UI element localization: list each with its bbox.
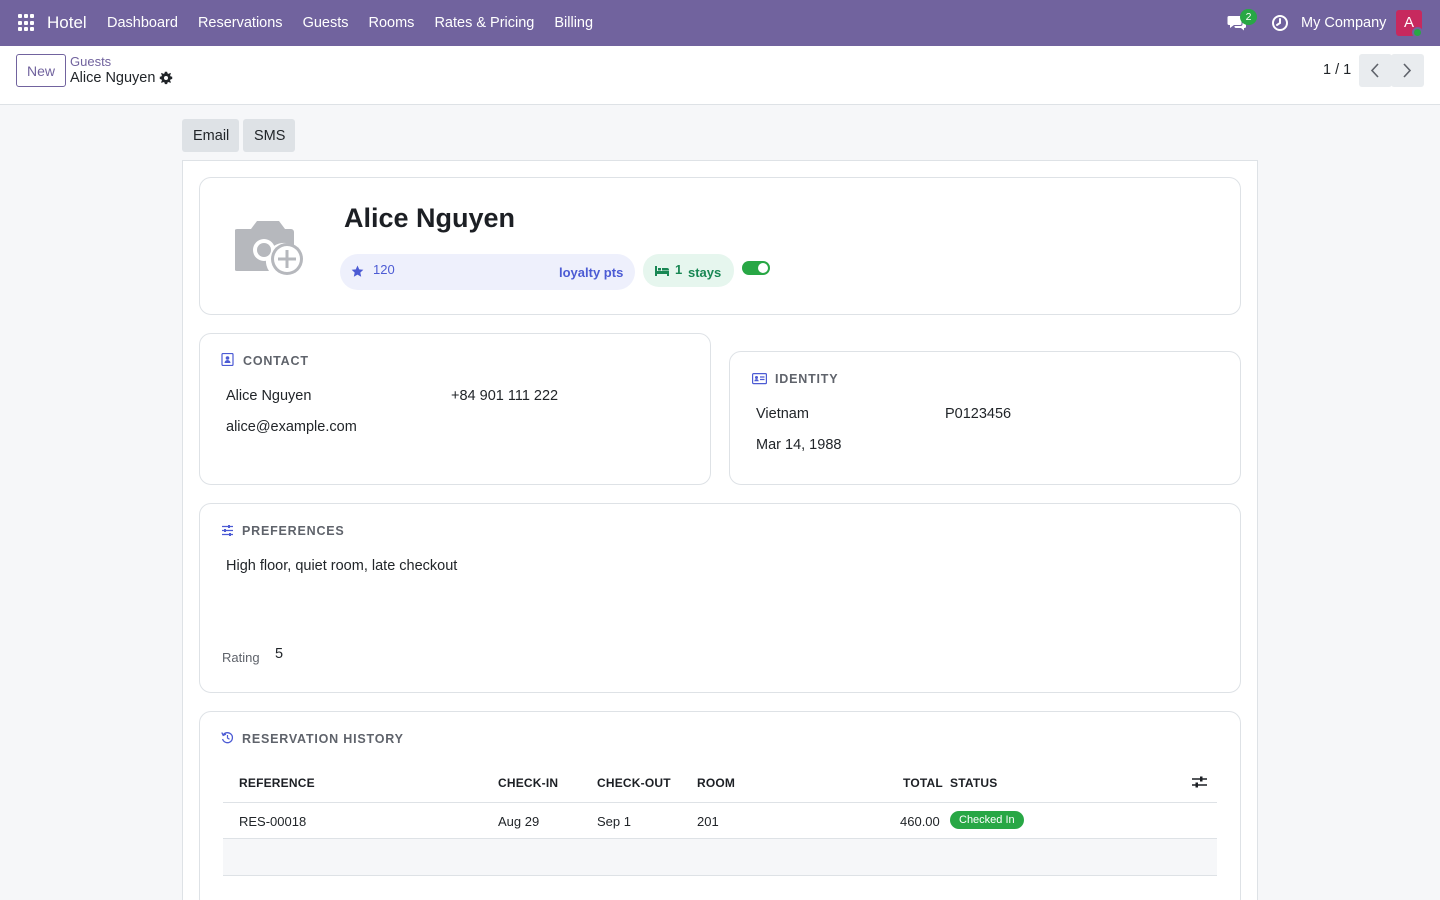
column-header-check-in[interactable]: CHECK-IN	[498, 776, 558, 790]
menu-item-billing[interactable]: Billing	[544, 0, 603, 46]
optional-columns-icon[interactable]	[1192, 775, 1207, 789]
history-section-title: RESERVATION HISTORY	[242, 732, 404, 746]
history-icon	[221, 732, 234, 744]
empty-table-row	[223, 839, 1217, 875]
menu-item-guests[interactable]: Guests	[293, 0, 359, 46]
cell-check-out: Sep 1	[597, 814, 631, 829]
guest-header-card	[199, 177, 1241, 315]
main-menu: Dashboard Reservations Guests Rooms Rate…	[97, 0, 603, 46]
menu-item-rooms[interactable]: Rooms	[359, 0, 425, 46]
cell-check-in: Aug 29	[498, 814, 540, 829]
chevron-right-icon	[1403, 63, 1412, 78]
bed-icon	[655, 266, 669, 276]
camera-plus-icon[interactable]	[235, 215, 309, 281]
cell-reference[interactable]: RES-00018	[239, 814, 306, 829]
loyalty-points-value: 120	[373, 262, 395, 277]
email-button[interactable]: Email	[182, 119, 239, 152]
guest-name[interactable]: Alice Nguyen	[344, 203, 515, 234]
column-header-status[interactable]: STATUS	[950, 776, 997, 790]
gear-icon[interactable]	[159, 71, 173, 85]
column-header-total[interactable]: TOTAL	[903, 776, 943, 790]
stays-label: stays	[688, 265, 722, 280]
sliders-icon	[222, 525, 233, 536]
pager-next-button[interactable]	[1391, 54, 1424, 87]
cell-room: 201	[697, 814, 719, 829]
apps-icon[interactable]	[18, 14, 36, 32]
top-navbar: Hotel Dashboard Reservations Guests Room…	[0, 0, 1440, 46]
column-header-check-out[interactable]: CHECK-OUT	[597, 776, 671, 790]
chevron-left-icon	[1370, 63, 1379, 78]
id-card-icon	[752, 373, 767, 385]
contact-email-field[interactable]: alice@example.com	[226, 419, 357, 435]
status-badge: Checked In	[950, 811, 1024, 829]
menu-item-dashboard[interactable]: Dashboard	[97, 0, 188, 46]
breadcrumb-parent[interactable]: Guests	[70, 54, 111, 69]
clock-icon[interactable]	[1271, 14, 1289, 32]
column-header-room[interactable]: ROOM	[697, 776, 735, 790]
new-button[interactable]: New	[16, 54, 66, 87]
presence-indicator	[1412, 27, 1423, 38]
table-row-divider	[223, 875, 1217, 876]
stays-count: 1	[675, 262, 683, 277]
pager-previous-button[interactable]	[1359, 54, 1392, 87]
control-panel: New Guests Alice Nguyen 1 / 1	[0, 46, 1440, 105]
menu-item-reservations[interactable]: Reservations	[188, 0, 293, 46]
contact-card-icon	[221, 353, 234, 366]
identity-document-field[interactable]: P0123456	[945, 406, 1011, 422]
preferences-section-title: PREFERENCES	[242, 524, 345, 538]
active-toggle[interactable]	[742, 261, 770, 275]
pager-value[interactable]: 1 / 1	[1323, 62, 1351, 78]
cell-total: 460.00	[900, 814, 940, 829]
messages-badge: 2	[1240, 9, 1257, 25]
preferences-notes-field[interactable]: High floor, quiet room, late checkout	[226, 558, 457, 574]
breadcrumb-current: Alice Nguyen	[70, 70, 156, 86]
rating-label: Rating	[222, 650, 260, 665]
rating-field[interactable]: 5	[275, 646, 283, 662]
contact-name-field[interactable]: Alice Nguyen	[226, 388, 311, 404]
preferences-card	[199, 503, 1241, 693]
sms-button[interactable]: SMS	[243, 119, 295, 152]
identity-country-field[interactable]: Vietnam	[756, 406, 809, 422]
contact-phone-field[interactable]: +84 901 111 222	[451, 388, 558, 404]
table-header-divider	[223, 802, 1217, 803]
column-header-reference[interactable]: REFERENCE	[239, 776, 315, 790]
star-icon	[351, 265, 364, 277]
loyalty-points-label: loyalty pts	[559, 265, 624, 280]
app-name[interactable]: Hotel	[47, 13, 87, 33]
contact-section-title: CONTACT	[243, 354, 309, 368]
identity-section-title: IDENTITY	[775, 372, 839, 386]
identity-birthdate-field[interactable]: Mar 14, 1988	[756, 437, 841, 453]
menu-item-rates-pricing[interactable]: Rates & Pricing	[424, 0, 544, 46]
company-switcher[interactable]: My Company	[1301, 15, 1386, 31]
